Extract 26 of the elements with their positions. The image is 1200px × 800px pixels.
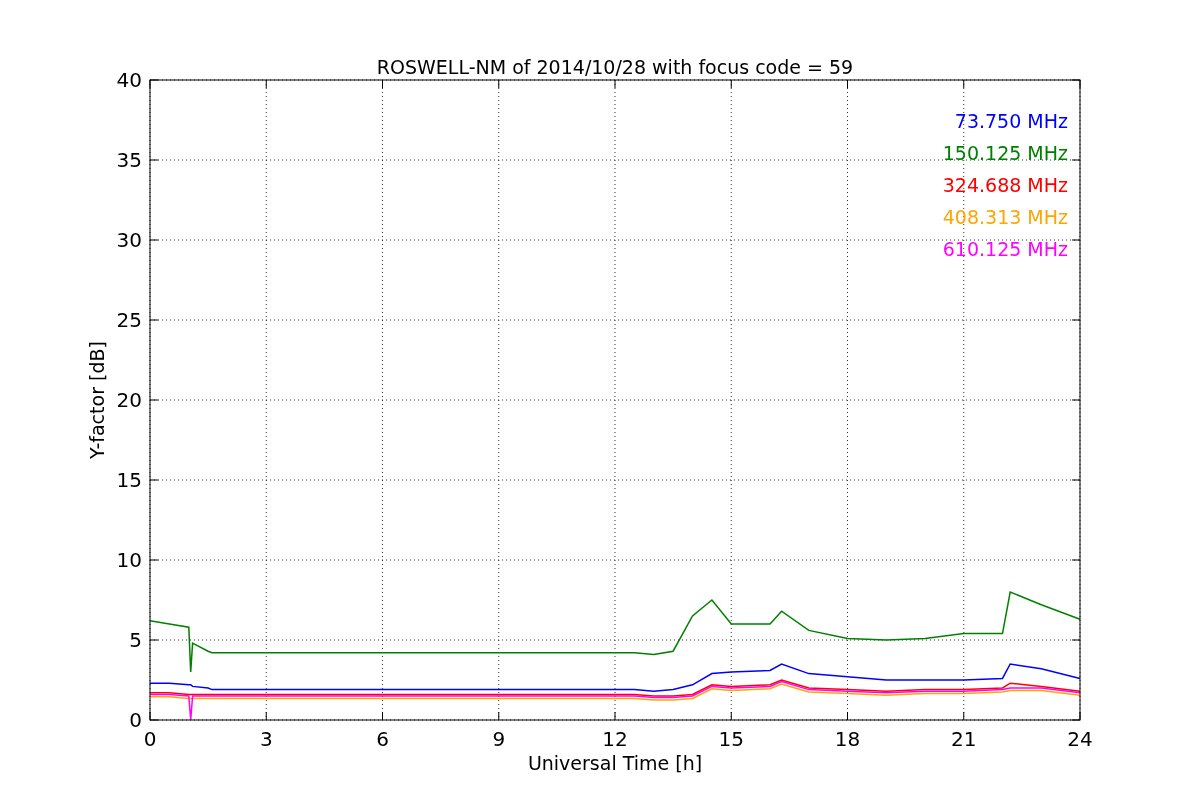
y-tick-label: 20 [116,388,142,412]
legend-label: 150.125 MHz [942,142,1068,164]
x-tick-label: 0 [143,727,157,751]
y-tick-label: 15 [116,468,142,492]
legend-label: 324.688 MHz [942,174,1068,196]
y-tick-label: 25 [116,308,142,332]
legend-label: 408.313 MHz [942,206,1068,228]
x-tick-label: 3 [259,727,273,751]
y-tick-label: 35 [116,148,142,172]
y-axis-label: Y-factor [dB] [86,341,108,459]
x-axis-label: Universal Time [h] [527,752,703,774]
x-tick-label: 12 [602,727,628,751]
chart-title: ROSWELL-NM of 2014/10/28 with focus code = 59 [376,56,854,78]
y-tick-label: 5 [129,628,142,652]
y-tick-label: 30 [116,228,142,252]
x-tick-label: 18 [834,727,861,751]
x-tick-label: 6 [376,727,389,751]
x-tick-label: 9 [492,727,506,751]
y-tick-label: 40 [116,68,142,92]
x-tick-label: 24 [1067,727,1093,751]
y-tick-label: 0 [129,708,142,732]
legend-label: 73.750 MHz [954,110,1068,132]
legend-label: 610.125 MHz [942,238,1068,260]
y-tick-label: 10 [116,548,142,572]
x-tick-label: 21 [951,727,977,751]
x-tick-label: 15 [718,727,744,751]
